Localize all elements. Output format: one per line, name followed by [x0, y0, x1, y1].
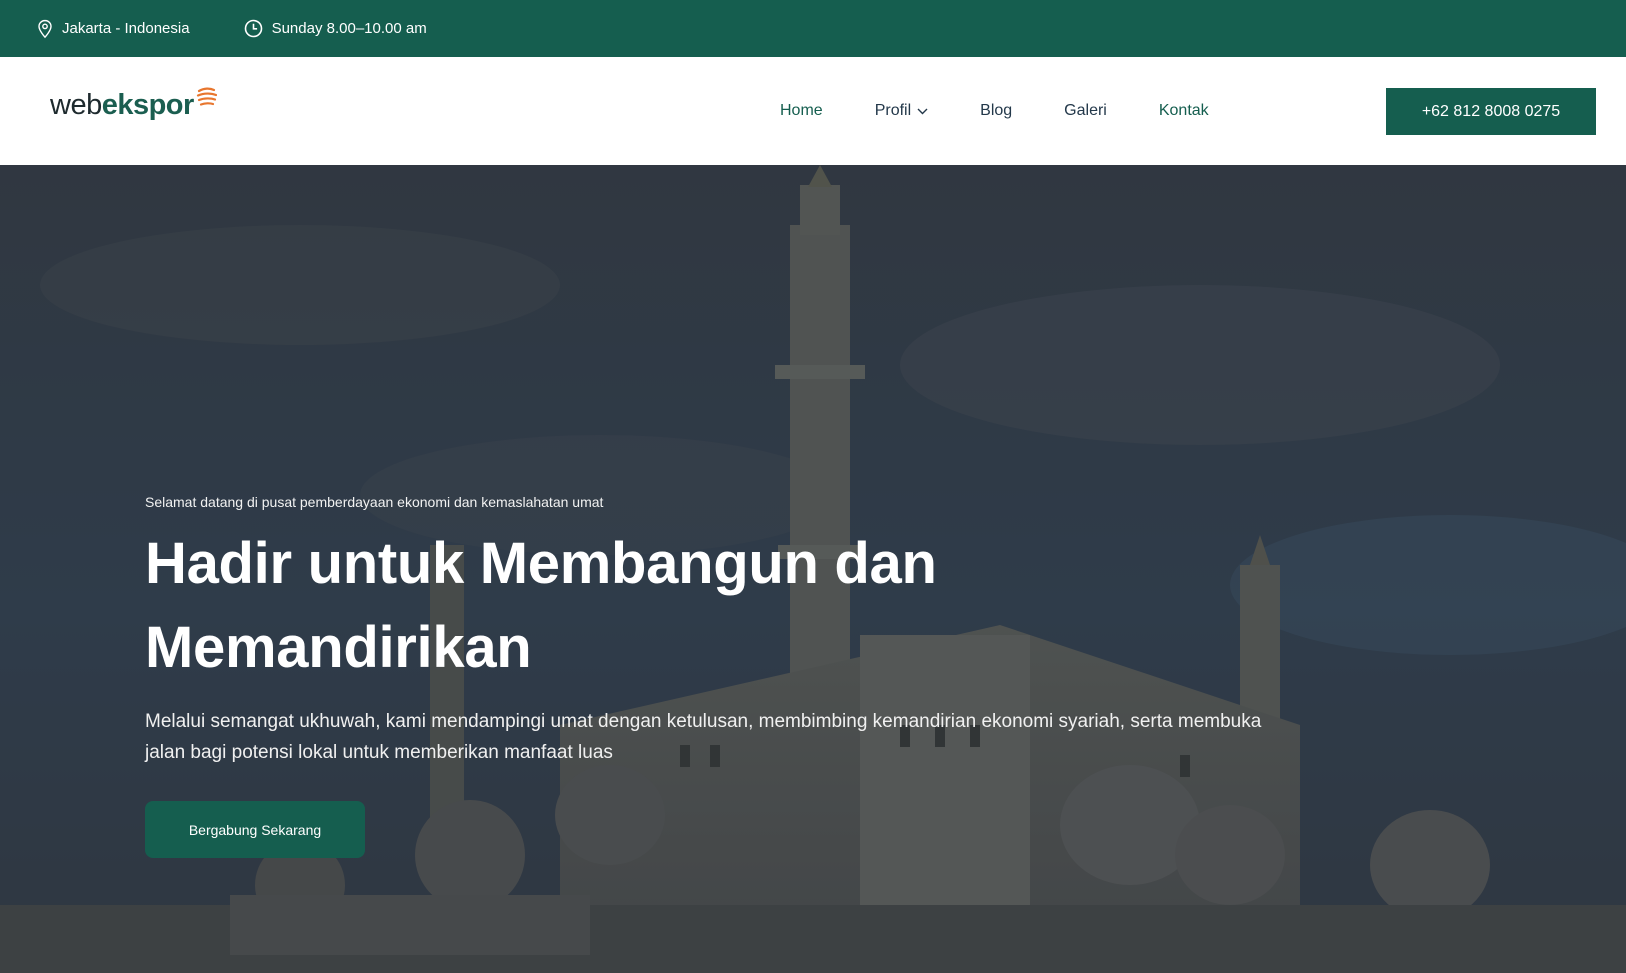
- chevron-down-icon: [917, 108, 928, 114]
- logo-text-web: web: [50, 89, 102, 121]
- hours-info: Sunday 8.00–10.00 am: [244, 19, 427, 38]
- top-info-bar: Jakarta - Indonesia Sunday 8.00–10.00 am: [0, 0, 1626, 57]
- nav-links: Home Profil Blog Galeri Kontak: [780, 57, 1261, 165]
- globe-logo-icon: [196, 87, 217, 106]
- hero-content: Selamat datang di pusat pemberdayaan eko…: [145, 494, 1305, 858]
- site-logo[interactable]: web ekspor: [50, 87, 217, 122]
- logo-text-ekspor: ekspor: [101, 89, 195, 121]
- hero-description: Melalui semangat ukhuwah, kami mendampin…: [145, 711, 1262, 763]
- nav-profil-label: Profil: [874, 102, 912, 119]
- main-navbar: web ekspor Home Profil Blog Galeri Kontak…: [0, 57, 1626, 165]
- location-text: Jakarta - Indonesia: [62, 20, 190, 37]
- map-pin-icon: [38, 19, 52, 38]
- location-info: Jakarta - Indonesia: [37, 19, 190, 39]
- nav-profil[interactable]: Profil: [875, 102, 928, 120]
- phone-button[interactable]: +62 812 8008 0275: [1386, 88, 1596, 135]
- clock-icon: [244, 19, 262, 38]
- nav-home[interactable]: Home: [780, 102, 823, 120]
- hours-text: Sunday 8.00–10.00 am: [271, 20, 427, 37]
- hero-section: Selamat datang di pusat pemberdayaan eko…: [0, 165, 1626, 973]
- hero-title: Hadir untuk Membangun dan Memandirikan: [145, 531, 937, 680]
- join-now-button[interactable]: Bergabung Sekarang: [145, 801, 365, 858]
- nav-galeri[interactable]: Galeri: [1064, 102, 1107, 120]
- hero-eyebrow: Selamat datang di pusat pemberdayaan eko…: [145, 494, 604, 510]
- nav-blog[interactable]: Blog: [980, 102, 1012, 120]
- nav-kontak[interactable]: Kontak: [1159, 102, 1209, 120]
